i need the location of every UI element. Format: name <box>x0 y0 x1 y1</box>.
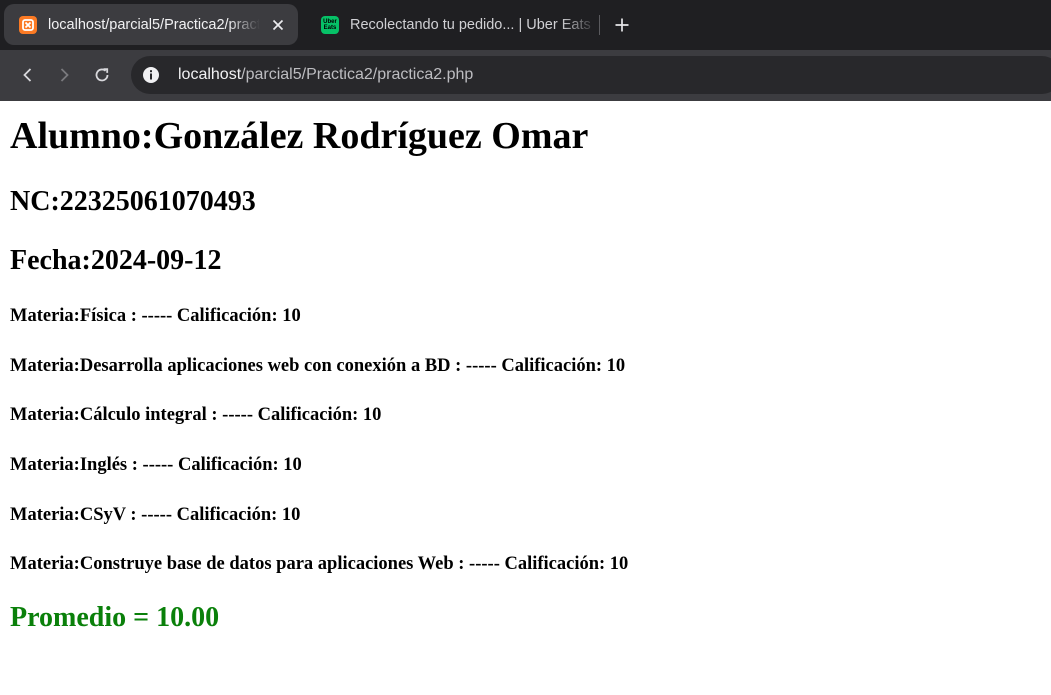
subject-grade-item: Materia:CSyV : ----- Calificación: 10 <box>10 505 301 525</box>
tab-separator <box>599 15 600 35</box>
date-heading: Fecha:2024-09-12 <box>10 245 222 276</box>
address-bar[interactable]: localhost/parcial5/Practica2/practica2.p… <box>131 56 1051 94</box>
average-heading: Promedio = 10.00 <box>10 602 220 633</box>
tab-strip: localhost/parcial5/Practica2/practica2.p… <box>0 0 1051 50</box>
uber-favicon-text-2: Eats <box>323 24 337 31</box>
plus-icon <box>615 18 629 32</box>
subject-grade-item: Materia:Física : ----- Calificación: 10 <box>10 306 301 326</box>
subject-grade-item: Materia:Desarrolla aplicaciones web con … <box>10 356 626 376</box>
browser-toolbar: localhost/parcial5/Practica2/practica2.p… <box>0 50 1051 101</box>
url-text: localhost/parcial5/Practica2/practica2.p… <box>178 66 473 84</box>
tab-title: Recolectando tu pedido... | Uber Eats <box>350 16 591 33</box>
new-tab-button[interactable] <box>610 13 634 37</box>
reload-icon <box>95 68 109 82</box>
xampp-icon <box>19 15 37 34</box>
arrow-left-icon <box>23 68 32 82</box>
subject-grade-item: Materia:Construye base de datos para apl… <box>10 554 629 574</box>
forward-button[interactable] <box>51 62 77 88</box>
info-icon[interactable] <box>142 66 160 84</box>
tab-uber-eats[interactable]: Uber Eats Recolectando tu pedido... | Ub… <box>306 4 598 45</box>
url-host: localhost <box>178 66 242 83</box>
reload-button[interactable] <box>89 62 115 88</box>
back-button[interactable] <box>15 62 41 88</box>
student-name-heading: Alumno:González Rodríguez Omar <box>10 115 589 157</box>
uber-eats-icon: Uber Eats <box>321 15 339 34</box>
tab-practica2[interactable]: localhost/parcial5/Practica2/practica2.p… <box>4 4 298 45</box>
close-icon[interactable] <box>266 13 290 37</box>
tab-title: localhost/parcial5/Practica2/practica2.p… <box>48 16 260 33</box>
subject-grade-item: Materia:Cálculo integral : ----- Calific… <box>10 405 382 425</box>
url-path: /parcial5/Practica2/practica2.php <box>241 66 474 83</box>
control-number-heading: NC:22325061070493 <box>10 186 256 217</box>
page-content: Alumno:González Rodríguez Omar NC:223250… <box>0 101 1051 695</box>
subject-grade-item: Materia:Inglés : ----- Calificación: 10 <box>10 455 302 475</box>
arrow-right-icon <box>60 68 69 82</box>
